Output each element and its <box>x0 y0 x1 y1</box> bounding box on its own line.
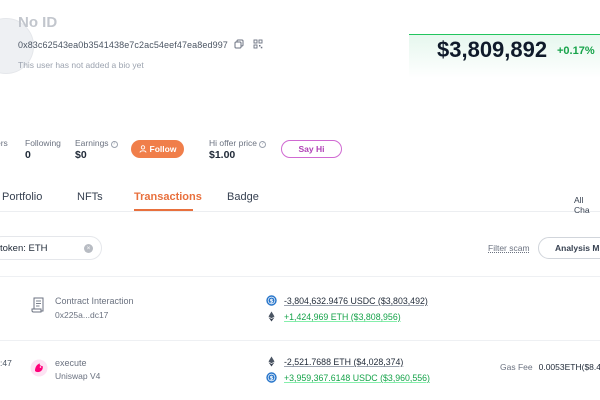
usdc-icon: $ <box>266 372 277 383</box>
profile-bio: This user has not added a bio yet <box>18 60 144 70</box>
earnings-label: Earnings? <box>75 138 118 148</box>
eth-icon <box>268 356 275 367</box>
table-row[interactable]: Contract Interaction 0x225a...dc17 $ -3,… <box>0 295 600 332</box>
tab-transactions[interactable]: Transactions <box>134 191 202 203</box>
copy-icon[interactable] <box>234 39 244 49</box>
net-worth-value: $3,809,892 <box>437 37 548 62</box>
tx-protocol[interactable]: Uniswap V4 <box>55 371 100 381</box>
follow-button[interactable]: Follow <box>131 140 184 158</box>
tab-nfts[interactable]: NFTs <box>77 191 103 203</box>
contract-scroll-icon <box>31 297 44 313</box>
tx-title: Contract Interaction <box>55 296 134 306</box>
amount-in[interactable]: +1,424,969 ETH ($3,808,956) <box>284 312 401 322</box>
svg-text:$: $ <box>270 299 274 305</box>
filter-scam-toggle[interactable]: Filter scam <box>488 243 530 253</box>
follow-label: Follow <box>149 144 177 154</box>
tab-badge[interactable]: Badge <box>227 191 259 203</box>
svg-text:$: $ <box>270 376 274 382</box>
tx-contract-address[interactable]: 0x225a...dc17 <box>55 310 108 320</box>
amount-out[interactable]: -2,521.7688 ETH ($4,028,374) <box>284 357 403 367</box>
hi-offer-value: $1.00 <box>209 149 236 161</box>
uniswap-icon <box>30 359 48 377</box>
row-divider <box>0 340 600 341</box>
usdc-icon: $ <box>266 295 277 306</box>
profile-name: No ID <box>18 14 58 31</box>
close-icon[interactable]: × <box>84 244 93 253</box>
help-icon[interactable]: ? <box>259 141 267 148</box>
eth-icon <box>268 311 275 322</box>
hi-offer-label: Hi offer price? <box>209 138 267 148</box>
all-chains-selector[interactable]: All Cha <box>574 195 600 215</box>
following-label: Following <box>25 138 61 148</box>
amount-in[interactable]: +3,959,367.6148 USDC ($3,960,556) <box>284 373 430 383</box>
qr-code-icon[interactable] <box>253 39 263 49</box>
row-divider <box>0 276 600 277</box>
net-worth-change: +0.17% <box>557 45 595 57</box>
wallet-address: 0x83c62543ea0b3541438e7c2ac54eef47ea8ed9… <box>18 40 228 50</box>
earnings-value: $0 <box>75 149 87 161</box>
gas-fee-label: Gas Fee <box>500 362 533 372</box>
gas-fee-value: 0.0053ETH($8.44 <box>538 362 600 372</box>
person-icon <box>139 145 146 153</box>
tab-divider <box>0 211 600 212</box>
help-icon[interactable]: ? <box>110 141 118 148</box>
tab-portfolio[interactable]: Portfolio <box>2 191 42 203</box>
analysis-mode-button[interactable]: Analysis M <box>538 237 600 259</box>
gas-fee: Gas Fee 0.0053ETH($8.44 <box>500 362 600 372</box>
following-count[interactable]: 0 <box>25 149 31 161</box>
active-tab-indicator <box>134 209 193 211</box>
say-hi-button[interactable]: Say Hi <box>281 140 342 158</box>
followers-label: ers <box>0 138 8 148</box>
token-filter-label: token: ETH <box>0 243 48 254</box>
amount-out[interactable]: -3,804,632.9476 USDC ($3,803,492) <box>284 296 428 306</box>
tx-title: execute <box>55 358 87 368</box>
